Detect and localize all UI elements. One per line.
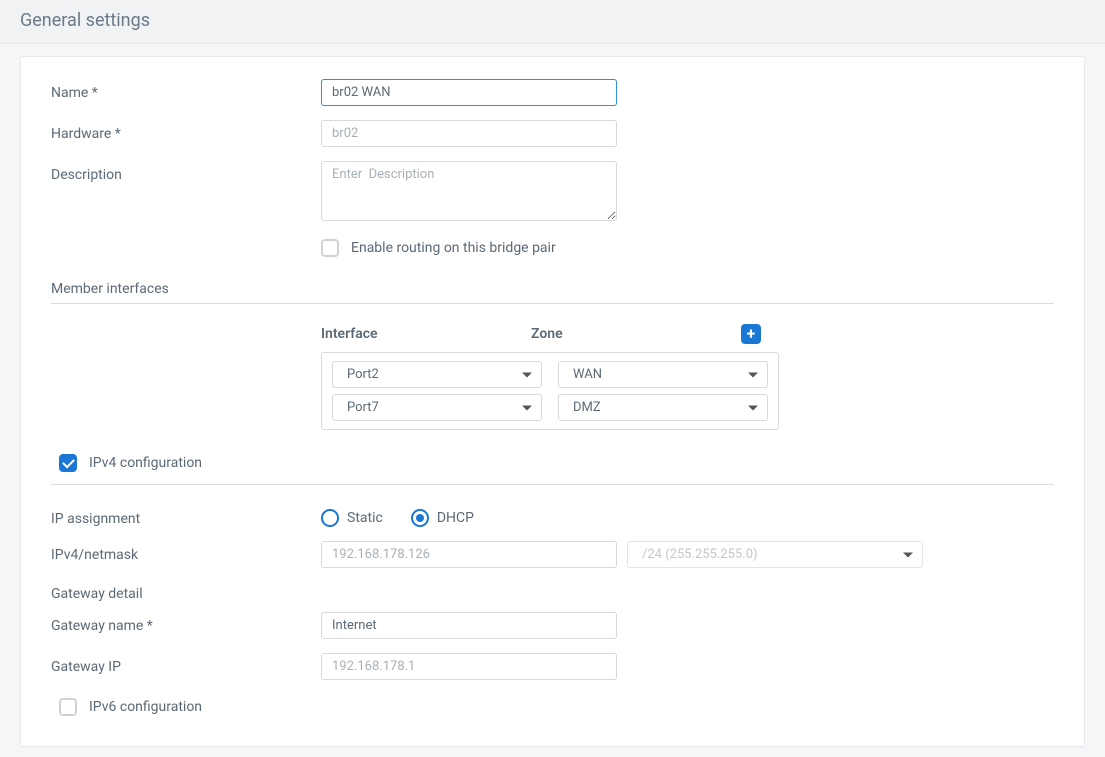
member-row: Port7 DMZ (332, 394, 768, 421)
enable-routing-label: Enable routing on this bridge pair (351, 240, 556, 256)
netmask-select: /24 (255.255.255.0) (627, 541, 923, 568)
enable-routing-row: Enable routing on this bridge pair (51, 239, 1054, 257)
page-title: General settings (0, 0, 1105, 44)
dhcp-radio-label: DHCP (437, 510, 474, 526)
hardware-label: Hardware * (51, 120, 321, 142)
description-row: Description (51, 161, 1054, 225)
zone-select[interactable]: DMZ (558, 394, 768, 421)
interface-select-wrap: Port2 (332, 361, 542, 388)
ipv4-section-header: IPv4 configuration (51, 454, 1054, 485)
name-label: Name * (51, 79, 321, 101)
description-textarea[interactable] (321, 161, 617, 221)
static-radio-label: Static (347, 510, 383, 526)
zone-select-wrap: WAN (558, 361, 768, 388)
zone-column-header: Zone (531, 326, 725, 342)
hardware-input (321, 120, 617, 147)
member-interfaces-header: Member interfaces (51, 281, 1054, 304)
gateway-ip-label: Gateway IP (51, 653, 321, 675)
ip-assignment-row: IP assignment Static DHCP (51, 505, 1054, 527)
netmask-label: IPv4/netmask (51, 541, 321, 563)
enable-routing-checkbox[interactable] (321, 239, 339, 257)
ip-assignment-radio-group: Static DHCP (321, 505, 1054, 527)
zone-select[interactable]: WAN (558, 361, 768, 388)
member-table-body: Port2 WAN Port7 DMZ (321, 352, 779, 430)
add-member-button[interactable] (741, 324, 761, 344)
description-label: Description (51, 161, 321, 183)
interface-select-wrap: Port7 (332, 394, 542, 421)
ip-assignment-label: IP assignment (51, 505, 321, 527)
member-row: Port2 WAN (332, 361, 768, 388)
member-table-head: Interface Zone (321, 324, 761, 344)
name-row: Name * (51, 79, 1054, 106)
enable-routing-checkbox-wrap[interactable]: Enable routing on this bridge pair (321, 239, 1054, 257)
dhcp-radio-wrap[interactable]: DHCP (411, 509, 474, 527)
gateway-ip-input (321, 653, 617, 680)
dhcp-radio[interactable] (411, 509, 429, 527)
gateway-ip-row: Gateway IP (51, 653, 1054, 680)
hardware-row: Hardware * (51, 120, 1054, 147)
gateway-detail-heading: Gateway detail (51, 586, 1054, 602)
settings-panel: Name * Hardware * Description Enable rou… (20, 56, 1085, 747)
gateway-name-label: Gateway name * (51, 612, 321, 634)
interface-select[interactable]: Port2 (332, 361, 542, 388)
netmask-row: IPv4/netmask /24 (255.255.255.0) (51, 541, 1054, 568)
netmask-select-wrap: /24 (255.255.255.0) (627, 541, 923, 568)
ipv4-checkbox-wrap[interactable]: IPv4 configuration (51, 454, 202, 472)
ipv4-section-label: IPv4 configuration (89, 455, 202, 471)
gateway-name-row: Gateway name * (51, 612, 1054, 639)
ipv4-checkbox[interactable] (59, 454, 77, 472)
static-radio-wrap[interactable]: Static (321, 509, 383, 527)
gateway-name-input[interactable] (321, 612, 617, 639)
ipv6-section-label: IPv6 configuration (89, 699, 202, 715)
name-input[interactable] (321, 79, 617, 106)
ipv4-address-input (321, 541, 617, 568)
interface-select[interactable]: Port7 (332, 394, 542, 421)
static-radio[interactable] (321, 509, 339, 527)
interface-column-header: Interface (321, 326, 515, 342)
zone-select-wrap: DMZ (558, 394, 768, 421)
member-interfaces-row: Interface Zone Port2 WAN Port7 (51, 324, 1054, 430)
